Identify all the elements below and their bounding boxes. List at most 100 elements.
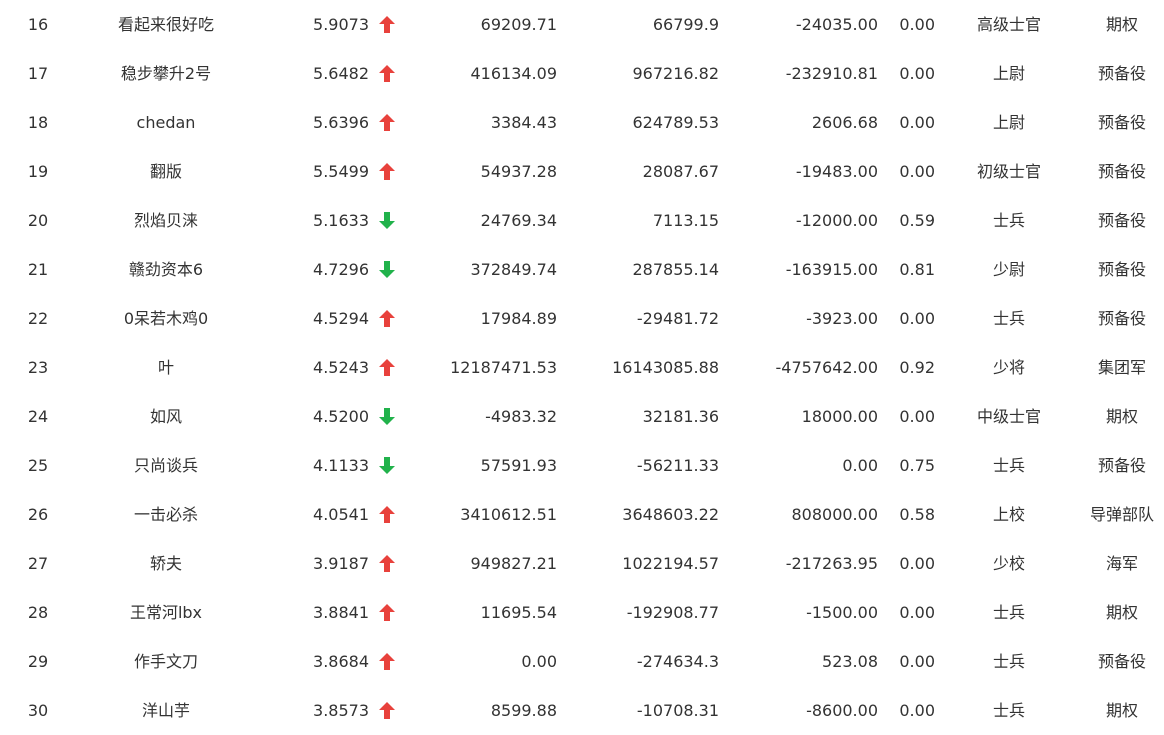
rank-cell: 19: [27, 162, 49, 181]
value2-cell: 28087.67: [642, 162, 719, 181]
value2-cell: -29481.72: [636, 309, 719, 328]
value3-cell: -3923.00: [806, 309, 878, 328]
name-cell: 叶: [157, 358, 174, 377]
ratio-cell: 0.00: [899, 309, 935, 328]
military-rank-cell: 初级士官: [976, 162, 1041, 181]
arrow-up-icon: [379, 506, 395, 523]
rank-cell: 16: [27, 15, 49, 34]
table-row[interactable]: 30 洋山芋 3.8573 8599.88 -10708.31 -8600.00 0.00 士…: [0, 686, 1164, 735]
score-cell: 3.8684: [313, 652, 369, 671]
rank-cell: 25: [27, 456, 49, 475]
value3-cell: -24035.00: [795, 15, 878, 34]
table-row[interactable]: 16 看起来很好吃 5.9073 69209.71 66799.9 -24035.00 0.…: [0, 0, 1164, 49]
rank-cell: 18: [27, 113, 49, 132]
value2-cell: -192908.77: [626, 603, 719, 622]
table-row[interactable]: 24 如风 4.5200 -4983.32 32181.36 18000.00 0.00 中级…: [0, 392, 1164, 441]
arrow-up-icon: [379, 65, 395, 82]
branch-cell: 预备役: [1097, 652, 1146, 671]
value2-cell: 32181.36: [642, 407, 719, 426]
ratio-cell: 0.00: [899, 64, 935, 83]
arrow-up-icon: [379, 163, 395, 180]
value1-cell: 949827.21: [470, 554, 557, 573]
military-rank-cell: 少校: [992, 554, 1025, 573]
value3-cell: 808000.00: [791, 505, 878, 524]
table-row[interactable]: 25 只尚谈兵 4.1133 57591.93 -56211.33 0.00 0.75 士兵 预…: [0, 441, 1164, 490]
trend-cell: [375, 686, 399, 735]
trend-cell: [375, 490, 399, 539]
table-row[interactable]: 19 翻版 5.5499 54937.28 28087.67 -19483.00 0.00 初…: [0, 147, 1164, 196]
table-row[interactable]: 22 0呆若木鸡0 4.5294 17984.89 -29481.72 -3923.00 0…: [0, 294, 1164, 343]
ratio-cell: 0.00: [899, 113, 935, 132]
value3-cell: -4757642.00: [775, 358, 878, 377]
value1-cell: -4983.32: [485, 407, 557, 426]
ratio-cell: 0.00: [899, 15, 935, 34]
table-row[interactable]: 21 赣劲资本6 4.7296 372849.74 287855.14 -163915.0…: [0, 245, 1164, 294]
table-row[interactable]: 20 烈焰贝涞 5.1633 24769.34 7113.15 -12000.00 0.59…: [0, 196, 1164, 245]
ratio-cell: 0.58: [899, 505, 935, 524]
military-rank-cell: 上校: [992, 505, 1025, 524]
value1-cell: 0.00: [521, 652, 557, 671]
military-rank-cell: 少将: [992, 358, 1025, 377]
value3-cell: -1500.00: [806, 603, 878, 622]
value3-cell: 0.00: [842, 456, 878, 475]
value2-cell: 3648603.22: [622, 505, 719, 524]
rank-cell: 24: [27, 407, 49, 426]
value3-cell: -217263.95: [785, 554, 878, 573]
military-rank-cell: 士兵: [992, 211, 1025, 230]
trend-cell: [375, 294, 399, 343]
score-cell: 4.5243: [313, 358, 369, 377]
ratio-cell: 0.00: [899, 162, 935, 181]
score-cell: 3.8841: [313, 603, 369, 622]
military-rank-cell: 士兵: [992, 456, 1025, 475]
branch-cell: 期权: [1105, 407, 1138, 426]
ratio-cell: 0.59: [899, 211, 935, 230]
arrow-down-icon: [379, 457, 395, 474]
name-cell: 看起来很好吃: [117, 15, 214, 34]
military-rank-cell: 中级士官: [976, 407, 1041, 426]
military-rank-cell: 高级士官: [976, 15, 1041, 34]
value3-cell: -163915.00: [785, 260, 878, 279]
table-row[interactable]: 17 稳步攀升2号 5.6482 416134.09 967216.82 -232910.…: [0, 49, 1164, 98]
military-rank-cell: 士兵: [992, 603, 1025, 622]
table-row[interactable]: 23 叶 4.5243 12187471.53 16143085.88 -4757642.…: [0, 343, 1164, 392]
military-rank-cell: 士兵: [992, 701, 1025, 720]
value1-cell: 12187471.53: [450, 358, 557, 377]
ratio-cell: 0.92: [899, 358, 935, 377]
score-cell: 3.8573: [313, 701, 369, 720]
ratio-cell: 0.81: [899, 260, 935, 279]
trend-cell: [375, 343, 399, 392]
rank-cell: 26: [27, 505, 49, 524]
score-cell: 5.6482: [313, 64, 369, 83]
value2-cell: 287855.14: [632, 260, 719, 279]
military-rank-cell: 士兵: [992, 652, 1025, 671]
score-cell: 4.0541: [313, 505, 369, 524]
trend-cell: [375, 196, 399, 245]
score-cell: 4.1133: [313, 456, 369, 475]
value3-cell: -232910.81: [785, 64, 878, 83]
value3-cell: -12000.00: [795, 211, 878, 230]
table-row[interactable]: 28 王常河lbx 3.8841 11695.54 -192908.77 -1500.00…: [0, 588, 1164, 637]
trend-cell: [375, 49, 399, 98]
table-row[interactable]: 27 轿夫 3.9187 949827.21 1022194.57 -217263.95 0…: [0, 539, 1164, 588]
name-cell: 翻版: [149, 162, 182, 181]
ratio-cell: 0.00: [899, 554, 935, 573]
value2-cell: 967216.82: [632, 64, 719, 83]
value1-cell: 3384.43: [490, 113, 557, 132]
table-row[interactable]: 26 一击必杀 4.0541 3410612.51 3648603.22 808000.0…: [0, 490, 1164, 539]
value3-cell: 2606.68: [811, 113, 878, 132]
ratio-cell: 0.00: [899, 652, 935, 671]
name-cell: chedan: [136, 113, 196, 132]
branch-cell: 预备役: [1097, 211, 1146, 230]
rank-cell: 29: [27, 652, 49, 671]
trend-cell: [375, 98, 399, 147]
name-cell: 轿夫: [149, 554, 182, 573]
ranking-table: 16 看起来很好吃 5.9073 69209.71 66799.9 -24035.00 0.…: [0, 0, 1164, 734]
value3-cell: 18000.00: [801, 407, 878, 426]
value2-cell: 1022194.57: [622, 554, 719, 573]
military-rank-cell: 上尉: [992, 64, 1025, 83]
table-row[interactable]: 18 chedan 5.6396 3384.43 624789.53 2606.68 0.0…: [0, 98, 1164, 147]
trend-cell: [375, 147, 399, 196]
arrow-up-icon: [379, 310, 395, 327]
ratio-cell: 0.00: [899, 407, 935, 426]
table-row[interactable]: 29 作手文刀 3.8684 0.00 -274634.3 523.08 0.00 士兵 预备役: [0, 637, 1164, 686]
